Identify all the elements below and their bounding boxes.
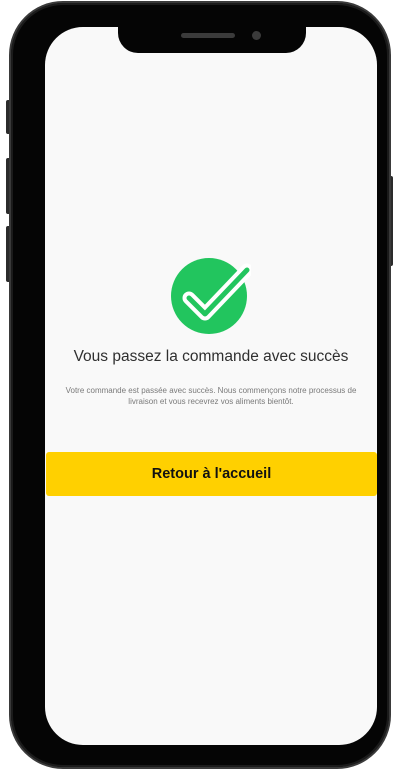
phone-notch [118,21,306,53]
speaker-grille [181,33,235,38]
mockup-stage: Vous passez la commande avec succès Votr… [0,0,398,772]
success-title: Vous passez la commande avec succès [73,348,349,365]
back-to-home-button[interactable]: Retour à l'accueil [46,452,377,496]
success-message: Votre commande est passée avec succès. N… [65,386,357,406]
phone-frame: Vous passez la commande avec succès Votr… [11,3,389,767]
front-camera [252,31,261,40]
check-circle-icon [171,258,251,334]
app-screen: Vous passez la commande avec succès Votr… [45,27,377,745]
